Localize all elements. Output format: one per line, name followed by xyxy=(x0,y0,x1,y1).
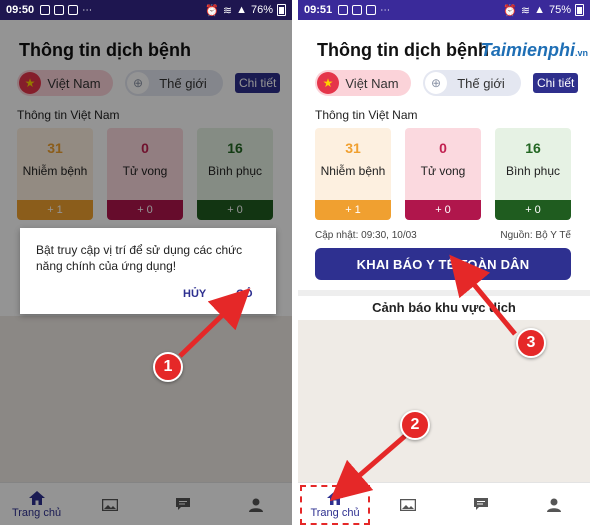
dialog-message: Bật truy cập vị trí để sử dụng các chức … xyxy=(36,243,243,273)
nav-messages[interactable] xyxy=(444,483,517,525)
more-icon: ⋯ xyxy=(82,4,93,16)
tab-world[interactable]: ⊕ Thế giới xyxy=(423,70,521,96)
battery-icon xyxy=(575,4,584,16)
warning-area-title: Cảnh báo khu vực dịch xyxy=(372,300,516,315)
status-bar: 09:50 ⋯ ⏰ ≋ ▲ 76% xyxy=(0,0,292,20)
battery-icon xyxy=(277,4,286,16)
main-content: Thông tin dịch bệnh Taimienphi.vn ★ Việt… xyxy=(298,20,590,482)
wifi-icon: ≋ xyxy=(222,4,233,17)
alarm-icon: ⏰ xyxy=(503,4,517,17)
step-marker-2: 2 xyxy=(400,410,430,440)
screenshot-stage: 09:50 ⋯ ⏰ ≋ ▲ 76% Thông tin dịch bệnh ★ … xyxy=(0,0,591,525)
battery-percent: 76% xyxy=(250,4,273,16)
notification-icons: ⋯ xyxy=(338,4,391,16)
status-time: 09:51 xyxy=(304,4,333,16)
page-title: Thông tin dịch bệnh xyxy=(317,40,489,60)
phone-screen-right: 09:51 ⋯ ⏰ ≋ ▲ 75% Thông tin dịch bệnh Ta… xyxy=(298,0,590,525)
wifi-icon: ≋ xyxy=(520,4,531,17)
notification-icon xyxy=(338,4,349,15)
globe-icon: ⊕ xyxy=(425,72,447,94)
detail-button[interactable]: Chi tiết xyxy=(533,73,579,93)
location-permission-dialog: Bật truy cập vị trí để sử dụng các chức … xyxy=(20,228,276,314)
section-title: Thông tin Việt Nam xyxy=(315,108,418,122)
stat-card-recovered: 16 Bình phục + 0 xyxy=(495,128,571,220)
step-marker-1: 1 xyxy=(153,352,183,382)
section-divider xyxy=(298,290,590,296)
home-icon xyxy=(327,491,343,505)
bottom-navigation: Trang chủ xyxy=(298,482,590,525)
user-icon xyxy=(546,498,561,512)
dialog-cancel-button[interactable]: HỦY xyxy=(183,288,206,300)
chat-icon xyxy=(473,498,488,510)
battery-percent: 75% xyxy=(548,4,571,16)
status-bar: 09:51 ⋯ ⏰ ≋ ▲ 75% xyxy=(298,0,590,20)
stat-card-infected: 31 Nhiễm bệnh + 1 xyxy=(315,128,391,220)
step-marker-3: 3 xyxy=(516,328,546,358)
notification-icon xyxy=(54,4,65,15)
update-time: Cập nhật: 09:30, 10/03 xyxy=(315,230,417,241)
notification-icon xyxy=(68,4,79,15)
tab-vietnam[interactable]: ★ Việt Nam xyxy=(315,70,411,96)
watermark-logo: Taimienphi.vn xyxy=(480,40,588,60)
signal-icon: ▲ xyxy=(534,4,545,16)
notification-icon xyxy=(366,4,377,15)
notification-icons: ⋯ xyxy=(40,4,93,16)
alarm-icon: ⏰ xyxy=(205,4,219,17)
image-icon xyxy=(399,498,416,511)
phone-screen-left: 09:50 ⋯ ⏰ ≋ ▲ 76% Thông tin dịch bệnh ★ … xyxy=(0,0,292,525)
health-declaration-button[interactable]: KHAI BÁO Y TẾ TOÀN DÂN xyxy=(315,248,571,280)
status-time: 09:50 xyxy=(6,4,35,16)
stat-card-deaths: 0 Tử vong + 0 xyxy=(405,128,481,220)
dialog-ok-button[interactable]: CÓ xyxy=(236,288,253,300)
more-icon: ⋯ xyxy=(380,4,391,16)
star-flag-icon: ★ xyxy=(317,72,339,94)
map-area[interactable] xyxy=(298,320,590,482)
notification-icon xyxy=(40,4,51,15)
nav-home[interactable]: Trang chủ xyxy=(300,485,370,525)
data-source: Nguồn: Bộ Y Tế xyxy=(500,230,571,241)
notification-icon xyxy=(352,4,363,15)
nav-news[interactable] xyxy=(371,483,444,525)
signal-icon: ▲ xyxy=(236,4,247,16)
nav-profile[interactable] xyxy=(517,483,590,525)
